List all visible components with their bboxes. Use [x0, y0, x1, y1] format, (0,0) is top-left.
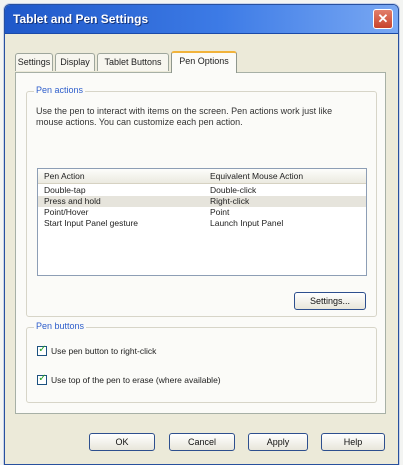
tab-settings[interactable]: Settings [15, 53, 53, 71]
pen-actions-label: Pen actions [34, 85, 86, 95]
tab-tablet-buttons[interactable]: Tablet Buttons [97, 53, 169, 71]
mouse-action-cell: Launch Input Panel [210, 218, 284, 228]
title-bar[interactable]: Tablet and Pen Settings ✕ [5, 5, 398, 34]
tab-pen-options[interactable]: Pen Options [171, 51, 237, 73]
right-click-checkbox[interactable]: ✓ [37, 344, 47, 356]
mouse-action-cell: Double-click [210, 185, 257, 195]
table-row[interactable]: Press and hold Right-click [38, 196, 366, 207]
table-row[interactable]: Double-tap Double-click [38, 185, 366, 196]
pen-options-panel: Pen actions Use the pen to interact with… [15, 72, 386, 414]
pen-action-cell: Point/Hover [44, 207, 89, 217]
erase-checkbox[interactable]: ✓ [37, 373, 47, 385]
apply-button[interactable]: Apply [248, 433, 308, 451]
mouse-action-cell: Right-click [210, 196, 250, 206]
list-header: Pen Action Equivalent Mouse Action [38, 169, 366, 184]
help-button[interactable]: Help [321, 433, 385, 451]
pen-action-cell: Press and hold [44, 196, 101, 206]
close-icon: ✕ [377, 11, 389, 26]
cancel-button[interactable]: Cancel [169, 433, 235, 451]
settings-button[interactable]: Settings... [294, 292, 366, 310]
pen-action-cell: Start Input Panel gesture [44, 218, 139, 228]
table-row[interactable]: Point/Hover Point [38, 207, 366, 218]
erase-label[interactable]: Use top of the pen to erase (where avail… [51, 375, 221, 385]
table-row[interactable]: Start Input Panel gesture Launch Input P… [38, 218, 366, 229]
mouse-action-cell: Point [210, 207, 230, 217]
checkmark-icon: ✓ [38, 373, 47, 384]
pen-buttons-group: Pen buttons ✓ Use pen button to right-cl… [26, 321, 377, 403]
dialog-window: Tablet and Pen Settings ✕ Settings Displ… [4, 4, 399, 465]
right-click-label[interactable]: Use pen button to right-click [51, 346, 156, 356]
pen-actions-group: Pen actions Use the pen to interact with… [26, 85, 377, 317]
window-title: Tablet and Pen Settings [13, 12, 149, 26]
checkmark-icon: ✓ [38, 344, 47, 355]
tab-display[interactable]: Display [55, 53, 95, 71]
pen-buttons-label: Pen buttons [34, 321, 87, 331]
close-button[interactable]: ✕ [373, 9, 393, 29]
pen-action-cell: Double-tap [44, 185, 86, 195]
column-mouse-action[interactable]: Equivalent Mouse Action [210, 171, 303, 181]
ok-button[interactable]: OK [89, 433, 155, 451]
column-pen-action[interactable]: Pen Action [44, 171, 85, 181]
pen-actions-description: Use the pen to interact with items on th… [36, 106, 333, 127]
pen-actions-list[interactable]: Pen Action Equivalent Mouse Action Doubl… [37, 168, 367, 276]
